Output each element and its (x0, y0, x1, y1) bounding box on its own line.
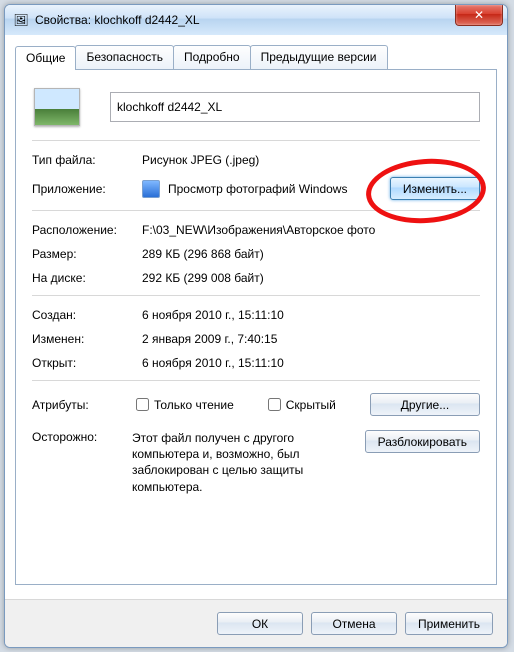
cancel-button[interactable]: Отмена (311, 612, 397, 635)
close-button[interactable]: ✕ (455, 5, 503, 26)
tab-previous-versions[interactable]: Предыдущие версии (250, 45, 388, 69)
window-icon: 🖼 (13, 12, 29, 28)
apply-button[interactable]: Применить (405, 612, 493, 635)
filename-input[interactable] (110, 92, 480, 122)
change-app-button[interactable]: Изменить... (390, 177, 480, 200)
dialog-button-bar: ОК Отмена Применить (5, 599, 507, 647)
label-size: Размер: (32, 247, 142, 261)
properties-dialog: 🖼 Свойства: klochkoff d2442_XL ✕ Общие Б… (4, 4, 508, 648)
value-modified: 2 января 2009 г., 7:40:15 (142, 332, 480, 346)
value-created: 6 ноября 2010 г., 15:11:10 (142, 308, 480, 322)
separator (32, 380, 480, 381)
unblock-button[interactable]: Разблокировать (365, 430, 480, 453)
tab-general[interactable]: Общие (15, 46, 76, 70)
value-app: Просмотр фотографий Windows (168, 182, 390, 196)
label-location: Расположение: (32, 223, 142, 237)
value-ondisk: 292 КБ (299 008 байт) (142, 271, 480, 285)
ok-button[interactable]: ОК (217, 612, 303, 635)
tabstrip: Общие Безопасность Подробно Предыдущие в… (15, 45, 497, 69)
tab-security[interactable]: Безопасность (75, 45, 174, 69)
label-attributes: Атрибуты: (32, 398, 132, 412)
readonly-checkbox-label: Только чтение (154, 398, 234, 412)
tab-panel-general: Тип файла: Рисунок JPEG (.jpeg) Приложен… (15, 69, 497, 585)
label-modified: Изменен: (32, 332, 142, 346)
value-location: F:\03_NEW\Изображения\Авторское фото (142, 223, 480, 237)
hidden-checkbox[interactable]: Скрытый (264, 395, 336, 414)
label-warning: Осторожно: (32, 430, 132, 444)
separator (32, 210, 480, 211)
close-icon: ✕ (474, 8, 484, 22)
label-filetype: Тип файла: (32, 153, 142, 167)
window-title: Свойства: klochkoff d2442_XL (35, 13, 200, 27)
hidden-checkbox-label: Скрытый (286, 398, 336, 412)
value-filetype: Рисунок JPEG (.jpeg) (142, 153, 480, 167)
separator (32, 140, 480, 141)
advanced-attributes-button[interactable]: Другие... (370, 393, 480, 416)
label-accessed: Открыт: (32, 356, 142, 370)
tab-details[interactable]: Подробно (173, 45, 251, 69)
value-accessed: 6 ноября 2010 г., 15:11:10 (142, 356, 480, 370)
readonly-checkbox-input[interactable] (136, 398, 149, 411)
readonly-checkbox[interactable]: Только чтение (132, 395, 234, 414)
file-thumbnail (34, 88, 80, 126)
label-app: Приложение: (32, 182, 142, 196)
value-warning: Этот файл получен с другого компьютера и… (132, 430, 365, 495)
label-created: Создан: (32, 308, 142, 322)
value-size: 289 КБ (296 868 байт) (142, 247, 480, 261)
label-ondisk: На диске: (32, 271, 142, 285)
separator (32, 295, 480, 296)
titlebar[interactable]: 🖼 Свойства: klochkoff d2442_XL ✕ (5, 5, 507, 35)
photo-viewer-icon (142, 180, 160, 198)
hidden-checkbox-input[interactable] (268, 398, 281, 411)
